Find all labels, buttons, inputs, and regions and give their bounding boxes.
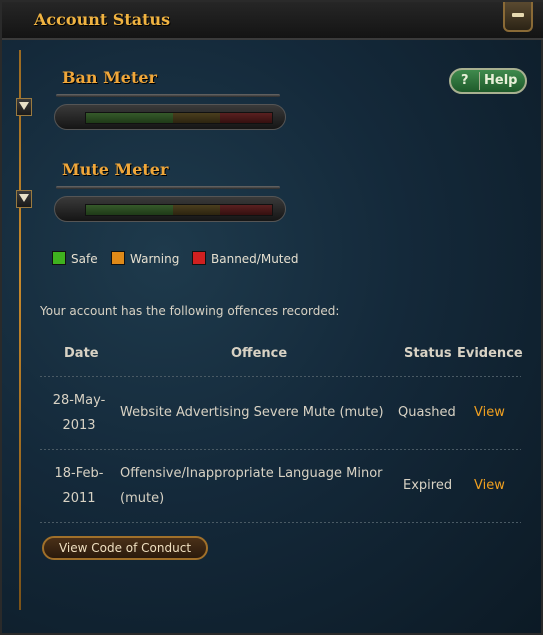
help-label: Help [484,73,518,88]
question-icon: ? [461,73,469,88]
mute-meter-title: Mute Meter [62,160,169,179]
view-code-of-conduct-button[interactable]: View Code of Conduct [42,536,208,560]
window-title: Account Status [34,10,171,29]
mute-meter-banned-segment [219,205,272,215]
view-evidence-link[interactable]: View [474,478,505,493]
table-divider [40,376,521,377]
legend-warning: Warning [111,251,179,266]
help-button[interactable]: ? Help [449,68,527,94]
legend-banned: Banned/Muted [192,251,299,266]
mute-meter-track [85,204,273,216]
ban-meter-track [85,112,273,124]
minimize-icon [512,13,524,17]
ban-meter-safe-segment [86,113,174,123]
decorative-divider [19,50,21,610]
view-evidence-link[interactable]: View [474,405,505,420]
column-header-date: Date [64,346,99,361]
mute-meter-safe-segment [86,205,174,215]
column-header-evidence: Evidence [457,346,523,361]
row-date: 18-Feb- 2011 [40,461,118,511]
offences-intro: Your account has the following offences … [40,304,340,318]
legend-safe-label: Safe [71,252,98,266]
ban-meter-banned-segment [219,113,272,123]
ban-meter-warning-segment [173,113,220,123]
legend-banned-label: Banned/Muted [211,252,299,266]
ban-meter-title: Ban Meter [62,68,157,87]
mute-meter-warning-segment [173,205,220,215]
account-status-panel: Account Status Ban Meter Mute Meter ? He… [0,0,543,635]
column-header-offence: Offence [231,346,288,361]
row-date-line1: 28-May- [52,393,106,408]
title-bar: Account Status [2,2,543,40]
row-date-line2: 2011 [62,491,96,506]
banned-swatch-icon [192,251,206,265]
table-divider [40,449,521,450]
row-offence: Website Advertising Severe Mute (mute) [120,405,384,420]
safe-swatch-icon [52,251,66,265]
row-date-line2: 2013 [62,418,96,433]
row-date-line1: 18-Feb- [54,466,104,481]
ban-meter-rail [56,94,280,97]
mute-meter-marker-icon [16,190,32,208]
legend-warning-label: Warning [130,252,180,266]
row-status: Quashed [398,405,456,420]
row-offence-line1: Offensive/Inappropriate Language Minor [120,466,383,481]
row-offence-line2: (mute) [120,491,165,506]
ban-meter-marker-icon [16,98,32,116]
row-status: Expired [403,478,453,493]
ban-meter [54,104,286,130]
mute-meter-rail [56,186,280,189]
legend-safe: Safe [52,251,98,266]
mute-meter [54,196,286,222]
minimize-button[interactable] [503,2,533,32]
row-offence: Offensive/Inappropriate Language Minor (… [120,461,383,511]
warning-swatch-icon [111,251,125,265]
row-date: 28-May- 2013 [40,388,118,438]
table-divider [40,522,521,523]
column-header-status: Status [404,346,452,361]
help-divider [479,72,480,90]
